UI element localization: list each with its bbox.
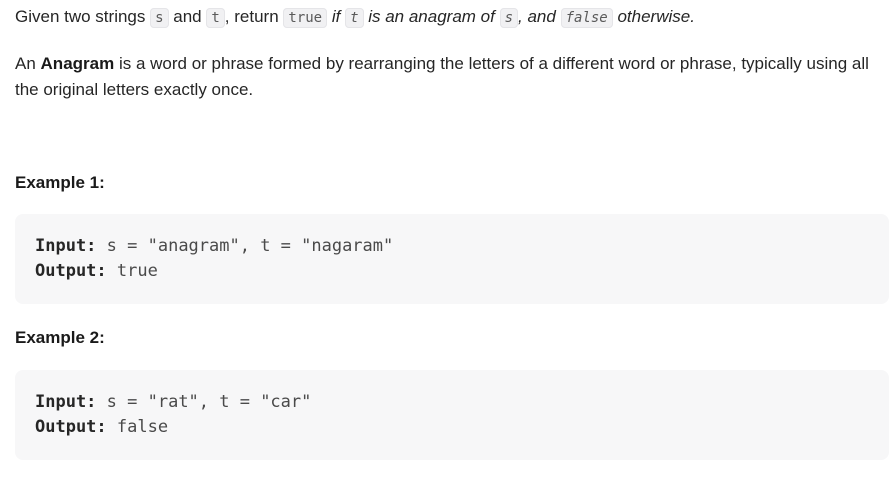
example-1-output: Output: true bbox=[35, 259, 869, 284]
example-2-block: Input: s = "rat", t = "car" Output: fals… bbox=[15, 370, 889, 460]
definition-text: An bbox=[15, 54, 41, 73]
example-1-title: Example 1: bbox=[15, 173, 105, 192]
example-2-input: Input: s = "rat", t = "car" bbox=[35, 390, 869, 415]
statement-text: , and bbox=[518, 7, 561, 26]
input-label: Input: bbox=[35, 392, 97, 412]
statement-text: otherwise. bbox=[612, 7, 695, 26]
output-label: Output: bbox=[35, 417, 107, 437]
input-value: s = "anagram", t = "nagaram" bbox=[106, 236, 394, 256]
inline-code-s: s bbox=[150, 8, 169, 28]
output-label: Output: bbox=[35, 261, 107, 281]
statement-text: and bbox=[168, 7, 207, 26]
output-value: true bbox=[116, 261, 158, 281]
anagram-definition: An Anagram is a word or phrase formed by… bbox=[15, 51, 880, 103]
inline-code-false: false bbox=[560, 8, 613, 28]
input-value: s = "rat", t = "car" bbox=[106, 392, 312, 412]
inline-code-s: s bbox=[499, 8, 519, 28]
statement-text: Given two strings bbox=[15, 7, 151, 26]
example-1-block: Input: s = "anagram", t = "nagaram" Outp… bbox=[15, 214, 889, 304]
statement-text: is an anagram of bbox=[363, 7, 500, 26]
input-label: Input: bbox=[35, 236, 97, 256]
problem-description: Given two strings s and t, return true i… bbox=[0, 0, 890, 494]
statement-text: if bbox=[327, 7, 346, 26]
inline-code-true: true bbox=[283, 8, 328, 28]
definition-term: Anagram bbox=[40, 54, 115, 73]
statement-text: , return bbox=[224, 7, 284, 26]
definition-text: is a word or phrase formed by rearrangin… bbox=[15, 54, 869, 99]
example-1-input: Input: s = "anagram", t = "nagaram" bbox=[35, 234, 869, 259]
example-2-title: Example 2: bbox=[15, 328, 105, 347]
problem-statement: Given two strings s and t, return true i… bbox=[15, 5, 695, 30]
inline-code-t: t bbox=[206, 8, 225, 28]
example-2-output: Output: false bbox=[35, 415, 869, 440]
output-value: false bbox=[116, 417, 169, 437]
inline-code-t: t bbox=[345, 8, 364, 28]
